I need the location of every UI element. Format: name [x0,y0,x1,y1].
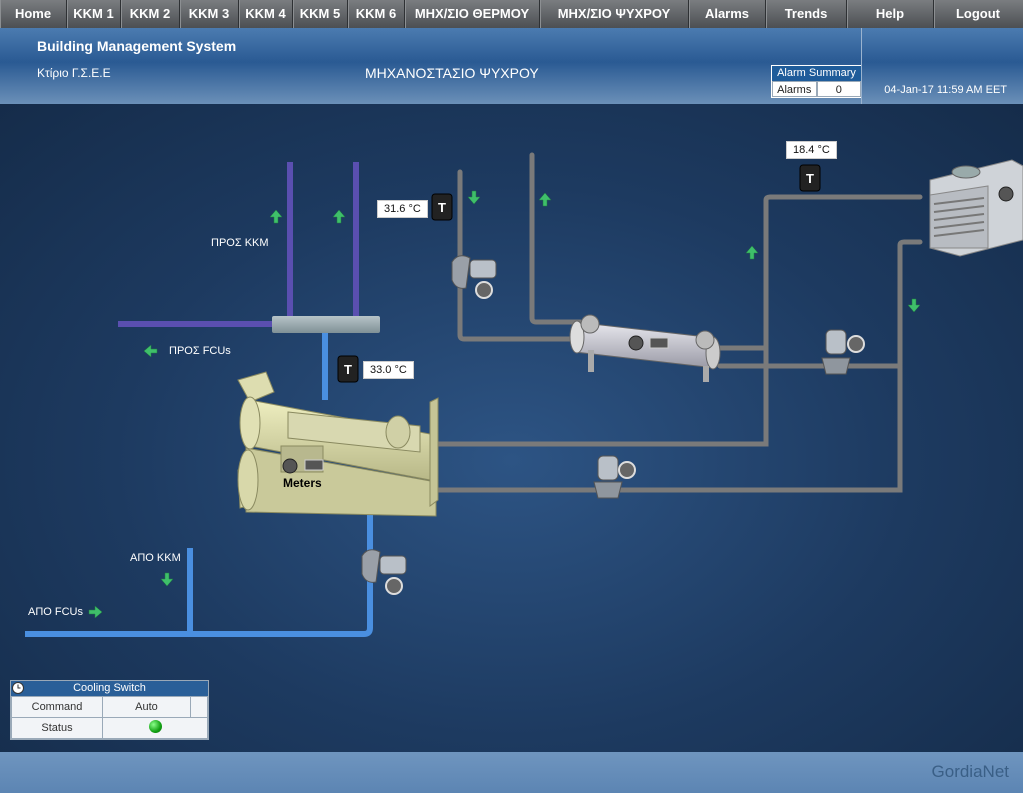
nav-home[interactable]: Home [0,0,67,28]
condenser-pipes [432,152,923,493]
datetime: 04-Jan-17 11:59 AM EET [884,84,1007,96]
cooling-switch-panel: Cooling Switch Command Auto Status [10,680,209,740]
app-title: Building Management System [37,38,237,54]
cooling-tower[interactable] [929,159,1023,257]
label-pros-fcus: ΠΡΟΣ FCUs [169,345,231,357]
temp-sensor-2[interactable]: T [337,355,359,383]
nav-psyxrou[interactable]: ΜΗΧ/ΣΙΟ ΨΥΧΡΟΥ [540,0,689,28]
alarm-summary[interactable]: Alarm Summary Alarms 0 [771,65,862,98]
header: Building Management System Κτίριο Γ.Σ.Ε.… [0,28,1023,104]
arrow-up-icon [538,192,552,207]
sensor-glyph: T [438,200,446,215]
plant-diagram: T T T ΠΡΟΣ ΚΚΜ ΠΡΟΣ FCUs ΑΠΟ ΚΚΜ ΑΠΟ FCU… [0,104,1023,752]
temp-reading-3: 18.4 °C [786,141,837,159]
nav-kkm2[interactable]: KKM 2 [121,0,180,28]
nav-thermou[interactable]: ΜΗΧ/ΣΙΟ ΘΕΡΜΟΥ [405,0,540,28]
status-value [102,717,208,739]
footer: GordiaNet [0,752,1023,793]
nav-trends[interactable]: Trends [766,0,847,28]
arrow-up-icon [745,245,759,260]
page-title: ΜΗΧΑΝΟΣΤΑΣΙΟ ΨΥΧΡΟΥ [365,65,539,81]
header-manifold [272,316,380,333]
arrow-down-icon [160,572,174,587]
nav-help[interactable]: Help [847,0,934,28]
top-navigation: Home KKM 1 KKM 2 KKM 3 KKM 4 KKM 5 KKM 6… [0,0,1023,28]
arrow-down-icon [907,298,921,313]
alarms-count: 0 [816,81,861,97]
alarm-summary-title[interactable]: Alarm Summary [772,66,861,81]
nav-logout[interactable]: Logout [934,0,1022,28]
pipe-diagram: T T T [25,152,1023,637]
temp-sensor-1[interactable]: T [431,193,453,221]
temp-reading-2: 33.0 °C [363,361,414,379]
alarms-label: Alarms [772,81,817,97]
arrow-down-icon [467,190,481,205]
sensor-glyph: T [806,171,814,186]
gordianet-logo: GordiaNet [932,762,1009,782]
heat-exchanger[interactable] [569,314,721,382]
status-label: Status [11,717,103,739]
arrow-up-icon [269,209,283,224]
label-apo-kkm: ΑΠΟ ΚΚΜ [130,552,181,564]
nav-kkm1[interactable]: KKM 1 [67,0,121,28]
command-label: Command [11,696,103,718]
building-name: Κτίριο Γ.Σ.Ε.Ε [37,66,111,80]
nav-alarms[interactable]: Alarms [689,0,766,28]
command-value[interactable]: Auto [102,696,191,718]
nav-kkm4[interactable]: KKM 4 [239,0,293,28]
header-divider [861,28,862,104]
arrow-up-icon [332,209,346,224]
clock-icon[interactable] [12,682,208,718]
cooling-switch-title: Cooling Switch [11,681,208,696]
label-apo-fcus: ΑΠΟ FCUs [28,606,83,618]
meters-link[interactable]: Meters [283,476,322,490]
logo-text: GordiaNet [931,762,1009,781]
sensor-glyph: T [344,362,352,377]
arrow-left-icon [143,344,158,358]
temp-reading-1: 31.6 °C [377,200,428,218]
arrow-right-icon [88,605,103,619]
chiller[interactable] [237,371,439,517]
label-pros-kkm: ΠΡΟΣ ΚΚΜ [211,237,269,249]
nav-kkm3[interactable]: KKM 3 [180,0,239,28]
nav-kkm6[interactable]: KKM 6 [348,0,405,28]
nav-kkm5[interactable]: KKM 5 [293,0,348,28]
temp-sensor-3[interactable]: T [799,164,821,192]
status-led-icon [148,720,162,733]
